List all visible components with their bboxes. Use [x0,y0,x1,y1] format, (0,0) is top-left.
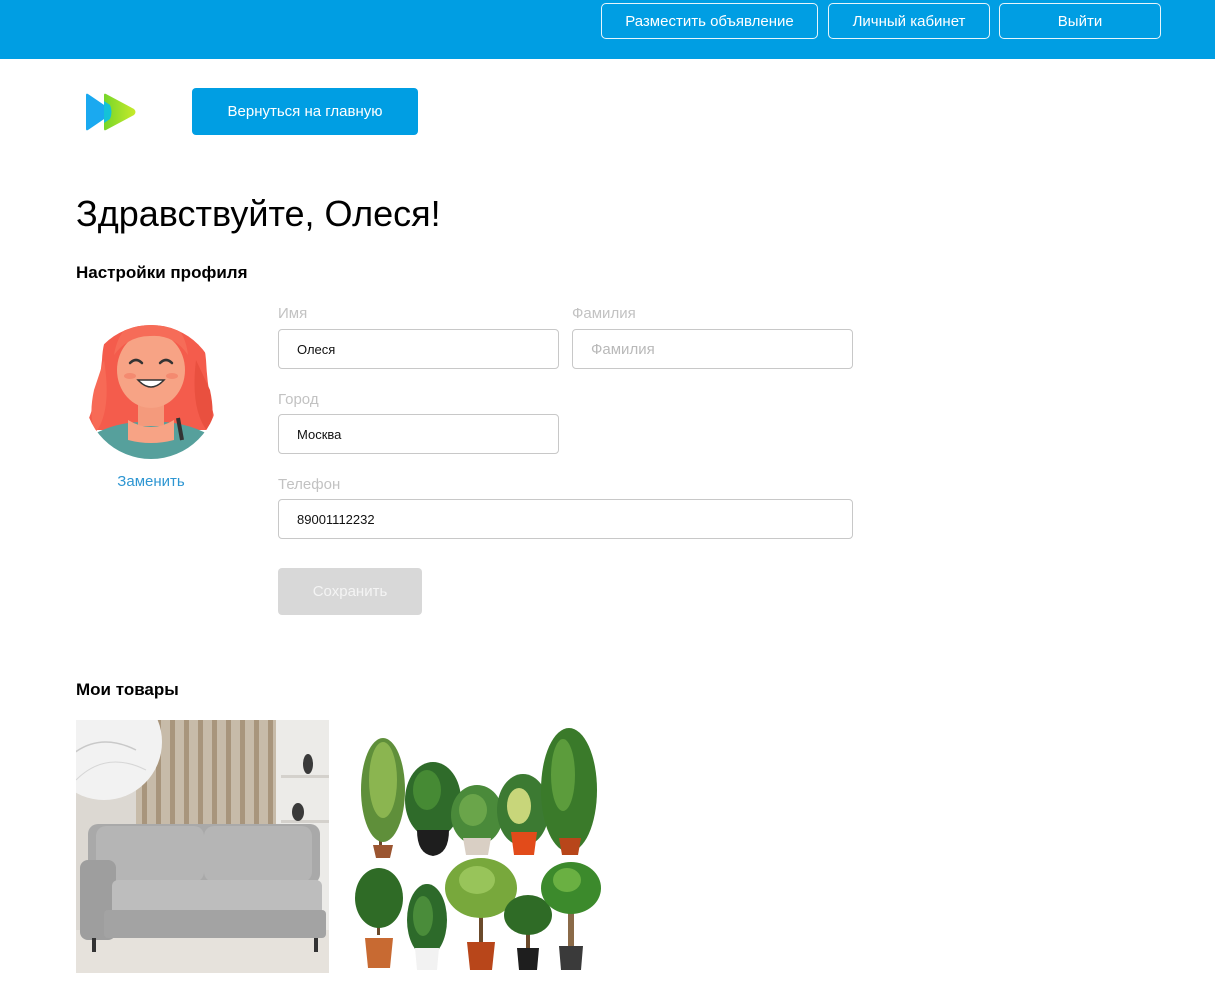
personal-account-button[interactable]: Личный кабинет [828,3,990,39]
gray-sofa-image [76,720,329,973]
phone-label: Телефон [278,476,341,493]
product-card-plants[interactable] [353,720,606,973]
save-button[interactable]: Сохранить [278,568,422,615]
page-title: Здравствуйте, Олеся! [76,193,441,234]
woman-avatar-icon [84,325,218,459]
first-name-input[interactable] [278,329,559,369]
post-ad-button[interactable]: Разместить объявление [601,3,818,39]
back-to-home-button[interactable]: Вернуться на главную [192,88,418,135]
change-avatar-link[interactable]: Заменить [76,473,226,490]
potted-plants-image [353,720,606,973]
product-card-sofa[interactable] [76,720,329,973]
city-label: Город [278,391,319,408]
logout-button[interactable]: Выйти [999,3,1161,39]
city-input[interactable] [278,414,559,454]
play-logo-icon[interactable] [84,93,138,131]
top-bar: Разместить объявление Личный кабинет Вый… [0,0,1215,59]
profile-settings-title: Настройки профиля [76,263,248,282]
phone-input[interactable] [278,499,853,539]
my-products-title: Мои товары [76,680,179,699]
last-name-input[interactable] [572,329,853,369]
last-name-label: Фамилия [572,305,636,322]
first-name-label: Имя [278,305,308,322]
